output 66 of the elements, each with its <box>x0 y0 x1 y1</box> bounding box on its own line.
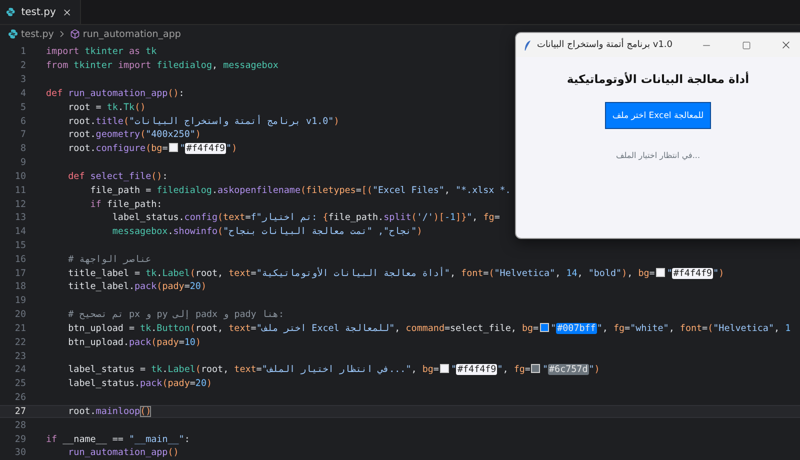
line-number: 10 <box>14 170 26 182</box>
code-line: label_status.pack(pady=20) <box>67 378 212 390</box>
line-number: 14 <box>14 226 26 238</box>
breadcrumb-symbol[interactable]: run_automation_app <box>82 28 181 40</box>
line-number: 25 <box>14 378 26 390</box>
color-swatch[interactable] <box>656 268 665 277</box>
close-icon <box>780 39 792 51</box>
code-line: run_automation_app() <box>67 447 179 458</box>
line-number: 6 <box>19 116 26 127</box>
code-line: def select_file(): <box>67 170 168 182</box>
code-line: import tkinter as tk <box>46 46 157 58</box>
line-number: 2 <box>19 60 26 72</box>
line-number: 22 <box>14 336 26 348</box>
code-line: btn_upload.pack(pady=10) <box>67 336 201 348</box>
select-file-button[interactable]: اختر ملف Excel للمعالجة <box>605 102 711 129</box>
code-line: def run_automation_app(): <box>46 88 184 99</box>
line-number: 28 <box>14 420 26 431</box>
line-number: 27 <box>14 406 26 417</box>
line-number: 8 <box>19 143 26 154</box>
line-number: 20 <box>14 309 26 320</box>
line-number: 1 <box>19 46 26 58</box>
code-line: root.mainloop() <box>67 406 152 417</box>
python-icon <box>8 29 18 39</box>
code-line: # عناصر الواجهة <box>67 254 152 265</box>
line-number: 19 <box>14 295 26 306</box>
code-line: root.configure(bg= "#f4f4f9") <box>67 143 238 154</box>
code-line: root.geometry("400x250") <box>67 129 201 140</box>
code-line: title_label.pack(pady=20) <box>67 281 207 292</box>
line-number: 18 <box>14 281 26 292</box>
line-number: 24 <box>14 364 26 376</box>
code-line: if file_path: <box>89 198 162 210</box>
line-number: 7 <box>19 129 26 140</box>
breadcrumb-file[interactable]: test.py <box>21 28 54 40</box>
line-number: 13 <box>14 212 26 224</box>
feather-icon <box>524 40 531 50</box>
color-swatch[interactable] <box>168 143 178 152</box>
color-swatch[interactable] <box>540 322 549 332</box>
status-text: في انتظار اختيار الملف... <box>616 151 700 160</box>
cube-icon <box>70 29 80 39</box>
line-number: 4 <box>19 88 26 99</box>
line-number: 3 <box>19 74 26 86</box>
code-line: file_path = filedialog.askopenfilename(filetypes=[("Excel Files", "*.xlsx *. <box>89 184 511 196</box>
maximize-icon <box>742 40 750 50</box>
python-icon <box>6 7 16 17</box>
line-number: 12 <box>14 198 26 210</box>
file-tab[interactable]: test.py <box>0 0 81 24</box>
close-icon[interactable] <box>62 6 72 18</box>
line-number: 5 <box>19 102 26 113</box>
line-number: 23 <box>14 350 26 362</box>
line-number: 11 <box>14 184 26 196</box>
window-title: برنامج أتمتة واستخراج البيانات v1.0 <box>537 40 674 50</box>
line-number: 17 <box>14 268 26 279</box>
code-line: from tkinter import filedialog, messagebox <box>46 60 278 72</box>
line-number: 16 <box>14 254 26 265</box>
code-line: root = tk.Tk() <box>67 102 146 113</box>
line-number: 26 <box>14 392 26 404</box>
line-number: 29 <box>14 434 26 445</box>
code-line: if __name__ == "__main__": <box>46 434 190 445</box>
color-swatch[interactable] <box>440 364 449 374</box>
line-number: 30 <box>14 447 26 458</box>
app-heading: أداة معالجة البيانات الأوتوماتيكية <box>566 72 750 86</box>
color-swatch[interactable] <box>531 364 540 374</box>
line-number: 9 <box>19 157 26 168</box>
code-line: # تم تصحيح px و py إلى padx و pady هنا: <box>67 309 284 320</box>
line-number: 21 <box>14 322 26 334</box>
line-number: 15 <box>14 240 26 251</box>
